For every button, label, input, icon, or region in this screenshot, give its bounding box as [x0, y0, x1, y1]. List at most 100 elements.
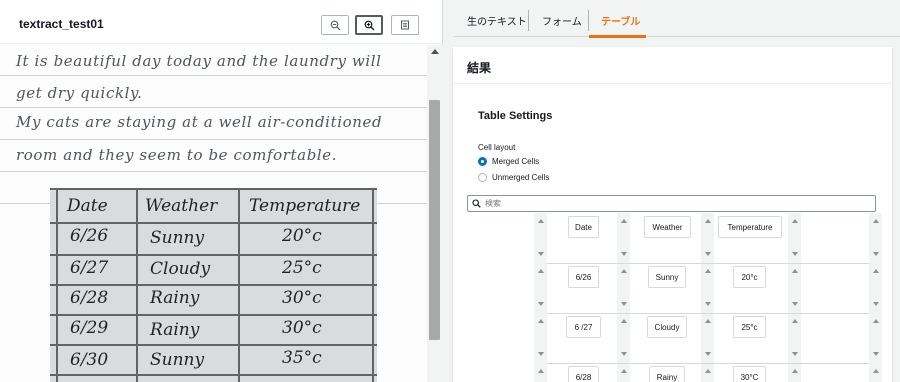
table-cell[interactable]: 6 /27 [566, 316, 601, 338]
handwritten-cell: 20°c [282, 226, 322, 246]
merged-cells-radio[interactable] [478, 156, 487, 166]
scroll-down-arrow[interactable] [621, 352, 627, 356]
scroll-up-arrow[interactable] [792, 269, 798, 273]
scroll-down-arrow[interactable] [621, 252, 627, 256]
scroll-up-arrow[interactable] [538, 219, 544, 223]
grid-line [50, 314, 377, 316]
ruled-line [0, 75, 427, 76]
scroll-down-arrow[interactable] [538, 352, 544, 356]
table-settings-title: Table Settings [478, 110, 553, 122]
scroll-down-arrow[interactable] [705, 352, 711, 356]
scroll-up-arrow[interactable] [705, 369, 711, 373]
scroll-up-arrow[interactable] [792, 319, 798, 323]
handwritten-cell: 6/28 [70, 288, 109, 308]
table-cell[interactable]: 30°C [733, 366, 766, 382]
tab-raw-text[interactable]: 生のテキスト [467, 13, 527, 28]
unmerged-cells-label: Unmerged Cells [492, 172, 550, 182]
merged-cells-option[interactable]: Merged Cells [478, 155, 539, 167]
column-scrollbar[interactable] [534, 213, 547, 382]
zoom-out-icon [330, 20, 341, 31]
column-scrollbar[interactable] [701, 213, 714, 382]
scroll-down-arrow[interactable] [705, 302, 711, 306]
scroll-down-arrow[interactable] [792, 252, 798, 256]
scroll-up-arrow[interactable] [621, 369, 627, 373]
scroll-up-arrow[interactable] [431, 49, 439, 54]
scroll-up-arrow[interactable] [792, 219, 798, 223]
scroll-down-arrow[interactable] [873, 352, 879, 356]
cell-layout-label: Cell layout [478, 143, 516, 152]
table-cell[interactable]: Date [568, 216, 599, 238]
grid-line [50, 374, 377, 376]
handwritten-cell: 6/27 [70, 258, 109, 278]
scroll-up-arrow[interactable] [538, 269, 544, 273]
table-cell[interactable]: Rainy [649, 366, 685, 382]
scroll-up-arrow[interactable] [705, 219, 711, 223]
document-viewer[interactable]: It is beautiful day today and the laundr… [0, 45, 443, 382]
handwritten-cell: 6/30 [70, 350, 109, 370]
document-header: textract_test01 [0, 0, 443, 44]
scroll-up-arrow[interactable] [873, 369, 879, 373]
table-cell[interactable]: Temperature [718, 216, 782, 238]
table-cell[interactable]: Cloudy [647, 316, 687, 338]
scroll-up-arrow[interactable] [705, 319, 711, 323]
fit-page-button[interactable] [391, 15, 419, 35]
scroll-up-arrow[interactable] [705, 269, 711, 273]
scroll-up-arrow[interactable] [792, 369, 798, 373]
unmerged-cells-radio[interactable] [478, 172, 487, 182]
tab-separator [588, 10, 589, 31]
fit-page-icon [400, 20, 410, 30]
table-cell[interactable]: Weather [644, 216, 691, 238]
scroll-down-arrow[interactable] [792, 302, 798, 306]
ruled-line [0, 171, 427, 172]
grid-line [50, 222, 377, 224]
scroll-down-arrow[interactable] [538, 252, 544, 256]
zoom-out-button[interactable] [321, 15, 349, 35]
scrollbar-thumb[interactable] [429, 100, 440, 340]
handwritten-cell: Date [67, 196, 108, 216]
handwritten-cell: 25°c [282, 258, 322, 278]
document-title: textract_test01 [19, 17, 104, 31]
scroll-down-arrow[interactable] [873, 252, 879, 256]
scroll-down-arrow[interactable] [873, 302, 879, 306]
grid-line [136, 188, 138, 382]
handwritten-cell: 30°c [282, 318, 322, 338]
handwritten-cell: Weather [145, 196, 218, 216]
scroll-down-arrow[interactable] [621, 302, 627, 306]
results-header: 結果 [453, 47, 892, 84]
grid-line [50, 344, 377, 346]
table-cell[interactable]: Sunny [648, 266, 686, 288]
unmerged-cells-option[interactable]: Unmerged Cells [478, 171, 549, 183]
scroll-up-arrow[interactable] [621, 269, 627, 273]
handwritten-line: My cats are staying at a well air-condit… [16, 113, 383, 131]
zoom-in-button[interactable] [355, 15, 383, 35]
scroll-up-arrow[interactable] [621, 319, 627, 323]
tab-forms[interactable]: フォーム [542, 13, 582, 28]
table-cell[interactable]: 20°c [733, 266, 766, 288]
grid-line [238, 188, 240, 382]
scroll-down-arrow[interactable] [705, 252, 711, 256]
handwritten-cell: Temperature [249, 196, 361, 216]
column-scrollbar[interactable] [617, 213, 630, 382]
search-input[interactable] [485, 199, 865, 208]
results-title: 結果 [467, 61, 492, 75]
scroll-down-arrow[interactable] [538, 302, 544, 306]
table-cell[interactable]: 6/28 [568, 366, 599, 382]
tab-tables[interactable]: テーブル [601, 13, 640, 28]
handwritten-line: get dry quickly. [16, 84, 143, 102]
column-scrollbar[interactable] [788, 213, 801, 382]
column-scrollbar[interactable] [869, 213, 882, 382]
scroll-up-arrow[interactable] [873, 319, 879, 323]
table-search[interactable] [467, 195, 876, 212]
scroll-up-arrow[interactable] [538, 369, 544, 373]
scroll-up-arrow[interactable] [538, 319, 544, 323]
handwritten-cell: Sunny [150, 350, 205, 370]
table-cell[interactable]: 25°c [733, 316, 766, 338]
grid-line [50, 284, 377, 286]
scroll-up-arrow[interactable] [621, 219, 627, 223]
table-cell[interactable]: 6/26 [568, 266, 599, 288]
tab-separator [528, 10, 529, 31]
grid-line [50, 188, 377, 190]
scroll-down-arrow[interactable] [792, 352, 798, 356]
scroll-up-arrow[interactable] [873, 269, 879, 273]
scroll-up-arrow[interactable] [873, 219, 879, 223]
